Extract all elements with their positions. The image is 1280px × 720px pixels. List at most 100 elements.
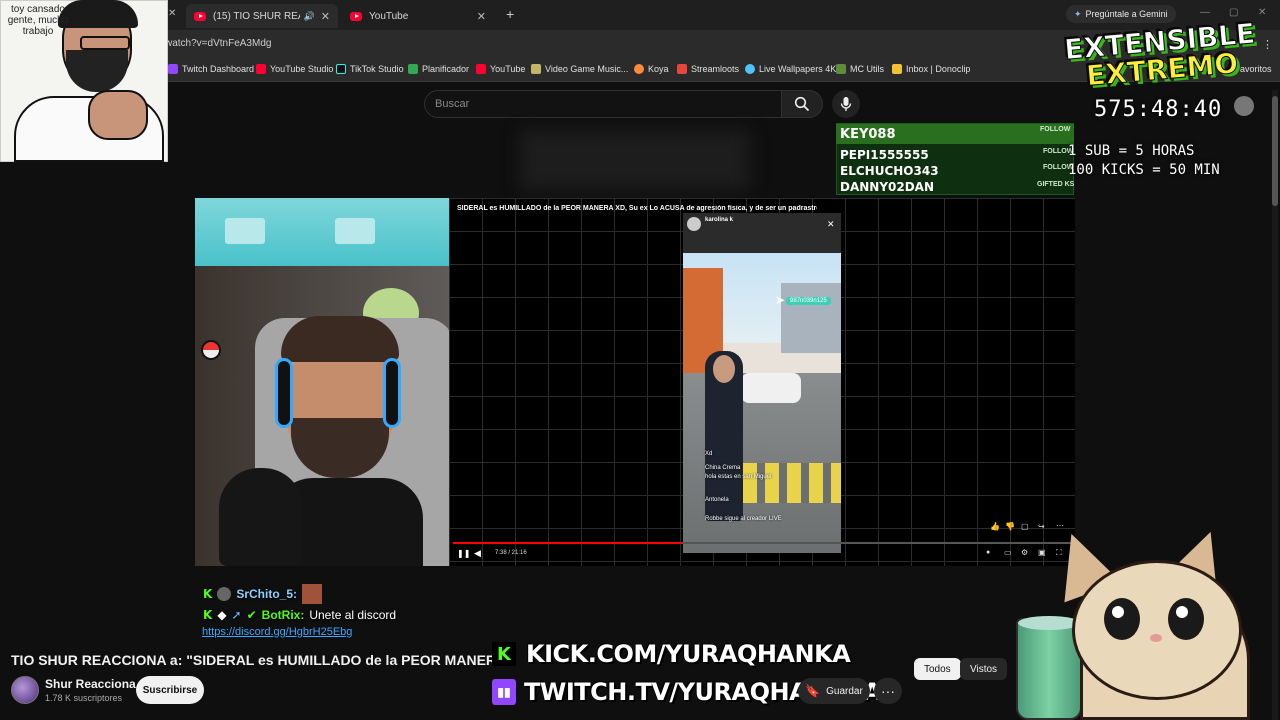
volume-icon[interactable]: ◀ [474,548,481,559]
cat-eye [1104,598,1140,640]
tiktok-chat-line: Robbe sigue al creador LIVE [705,516,782,522]
chat-username: BotRix: [261,608,305,622]
microphone-icon [840,97,852,111]
tiktok-video: karolina k ✕ 987n039n125 ➤ Xd China Crem… [683,213,841,553]
meme-caption: toy cansado gente, mucho trabajo [7,4,69,37]
progress-fill [453,542,682,544]
autoplay-toggle[interactable]: ● [986,549,990,556]
chat-text: Unete al discord [309,608,397,622]
gemini-icon: ✦ [1074,8,1082,19]
bookmark-planificador[interactable]: Planificador [408,64,469,74]
window-close-icon[interactable]: ✕ [1258,7,1266,18]
save-button[interactable]: 🔖 Guardar [798,678,870,704]
youtube-icon [476,64,486,74]
discord-link[interactable]: https://discord.gg/HgbrH25Ebg [202,626,352,638]
streamer-hair [281,316,399,362]
bookmark-icon: 🔖 [805,684,821,698]
leaderboard-name: PEPI1555555 [840,148,929,162]
kick-promo: K KICK.COM/YURAQHANKA [492,640,851,668]
tab-label: YouTube [369,10,409,22]
close-tab-icon[interactable]: ✕ [477,10,486,23]
kick-icon: K [203,587,213,601]
headset-icon [383,358,401,428]
wrench-icon: ◆ [217,608,227,622]
more-actions-button[interactable]: ··· [874,678,902,704]
youtube-icon [256,64,266,74]
kick-url: KICK.COM/YURAQHANKA [526,640,851,668]
bookmark-youtube[interactable]: YouTube [476,64,525,74]
chip-vistos[interactable]: Vistos [960,658,1008,680]
tiktok-avatar [687,217,701,231]
subathon-timer: 575:48:40 [1094,97,1223,122]
gemini-button[interactable]: ✦ Pregúntale a Gemini [1066,5,1176,23]
url-field[interactable]: watch?v=dVtnFeA3Mdg [165,38,271,49]
streamer-microphone [219,468,303,566]
user-avatar-icon [217,587,232,601]
kick-icon: K [203,608,213,622]
dislike-icon[interactable]: 👎 [1005,522,1015,531]
wallpaper-icon [745,64,755,74]
more-options-icon[interactable]: ⋯ [1056,521,1064,530]
speaker-icon[interactable]: 🔊 [304,11,315,22]
bookmark-donoclip[interactable]: Inbox | Donoclip [892,64,970,74]
twitch-logo-icon: ▮▮ [492,679,516,705]
bookmark-koya[interactable]: Koya [634,64,669,74]
menu-icon[interactable]: ⋮ [1262,38,1273,51]
voice-search-button[interactable] [832,90,860,118]
streamloots-icon [677,64,687,74]
search-input[interactable]: Buscar [424,90,782,118]
chip-todos[interactable]: Todos [914,658,961,680]
tab-active[interactable]: (15) TIO SHUR REACCIONA 🔊 ✕ [186,4,338,28]
close-tab-icon[interactable]: ✕ [321,10,330,23]
maximize-icon[interactable]: ▢ [1229,7,1238,18]
pause-icon[interactable]: ❚❚ [457,549,470,558]
bookmark-streamloots[interactable]: Streamloots [677,64,739,74]
search-button[interactable] [781,90,823,118]
minimize-icon[interactable]: — [1200,7,1210,18]
video-title: TIO SHUR REACCIONA a: "SIDERAL es HUMILL… [11,652,513,668]
bookmark-video-game-music[interactable]: Video Game Music... [531,64,628,74]
subscriber-count: 1.78 K suscriptores [45,693,123,703]
bookmark-youtube-studio[interactable]: YouTube Studio [256,64,333,74]
chat-message: K SrChito_5: [203,584,322,604]
tiktok-tag: 987n039n125 [786,297,831,305]
comment-icon[interactable]: ▢ [1021,522,1029,531]
cup-lid [1018,616,1080,630]
subathon-rule: 1 SUB = 5 HORAS [1068,143,1195,159]
planner-icon [408,64,418,74]
check-icon: ✔ [246,608,257,622]
minecraft-icon [836,64,846,74]
webcam-feed [195,198,449,566]
play-button-award [335,218,375,244]
bookmark-mc-utils[interactable]: MC Utils [836,64,884,74]
settings-icon[interactable]: ⚙ [1021,548,1028,557]
like-icon[interactable]: 👍 [990,522,1000,531]
bookmark-twitch-dashboard[interactable]: Twitch Dashboard [168,64,254,74]
tiktok-username: karolina k [705,217,734,223]
chat-username: SrChito_5: [236,587,297,601]
cat-eye [1168,598,1204,640]
youtube-favicon-icon [350,11,362,21]
channel-avatar[interactable] [11,676,39,704]
subscribe-button[interactable]: Suscribirse [136,676,204,704]
tiktok-chat-line: Antonela [705,497,729,503]
bookmark-live-wallpapers[interactable]: Live Wallpapers 4K [745,64,836,74]
kick-logo-icon: K [492,642,516,666]
subathon-rule: 100 KICKS = 50 MIN [1068,162,1220,178]
subtitles-icon[interactable]: ▭ [1004,548,1012,557]
scrollbar-thumb[interactable] [1272,96,1278,206]
save-label: Guardar [826,685,863,697]
emote-icon [302,584,322,604]
tiktok-crosswalk [743,463,841,503]
tiktok-chat-line: Xd [705,451,713,457]
leaderboard-name: KEY088 [840,127,896,142]
channel-name[interactable]: Shur Reacciona [45,677,136,691]
tiktok-tower [781,283,841,353]
play-button-award [225,218,265,244]
close-tab-icon[interactable]: ✕ [168,8,176,19]
new-tab-button[interactable]: + [506,6,514,22]
tab-youtube[interactable]: YouTube ✕ [342,4,494,28]
bookmark-tiktok-studio[interactable]: TikTok Studio [336,64,404,74]
share-icon[interactable]: ↪ [1038,522,1045,531]
profile-avatar[interactable] [1234,96,1254,116]
